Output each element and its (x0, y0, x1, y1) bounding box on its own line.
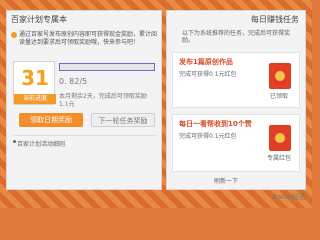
progress-bar (59, 63, 155, 71)
task-card-status: 专属红包 (266, 155, 291, 162)
remaining-text: 本月剩余2天，完成后可领取奖励 1.1元 (59, 93, 147, 108)
task-card-subtitle: 完成可获得0.1元红包 (179, 133, 237, 140)
right-panel-info: 以下为系统推荐的任务，完成后可获得奖励。 (172, 30, 300, 44)
right-panel-info-text: 以下为系统推荐的任务，完成后可获得奖励。 (182, 30, 291, 44)
info-icon (11, 32, 17, 38)
task-card-subtitle: 完成可获得0.1元红包 (179, 71, 237, 78)
rules-link[interactable]: 百家计划活动细则 (17, 139, 65, 148)
refresh-link[interactable]: 刷新一下 (214, 176, 238, 185)
left-panel: 百家计划专属本 通过百家号发布原创内容即可获得现金奖励，累计阅读量达到要求后可领… (6, 10, 162, 190)
red-envelope-icon (269, 125, 291, 151)
next-task-reward-button[interactable]: 下一轮任务奖励 (91, 113, 155, 127)
progress-text: 0. 82/5 (59, 77, 88, 86)
counter-value: 31 (21, 66, 49, 90)
counter-card: 31 当前进度 (13, 61, 56, 105)
task-card-title: 每日一看帮收到10个赞 (179, 120, 252, 128)
claim-reward-button[interactable]: 领取日期奖励 (19, 113, 83, 127)
watermark: Baidu经验 (272, 193, 306, 201)
red-envelope-icon (269, 63, 291, 89)
right-panel-title: 每日赚钱任务 (251, 15, 299, 24)
task-card[interactable]: 发布1篇原创作品 完成可获得0.1元红包 已领取 (172, 52, 300, 108)
left-panel-hint: 通过百家号发布原创内容即可获得现金奖励，累计阅读量达到要求后可领取奖励哦，快来参… (19, 31, 158, 46)
left-panel-title: 百家计划专属本 (11, 15, 67, 24)
counter-badge: 当前进度 (14, 94, 56, 104)
divider (13, 135, 157, 136)
bullet-icon (13, 140, 16, 143)
task-card[interactable]: 每日一看帮收到10个赞 完成可获得0.1元红包 专属红包 (172, 114, 300, 172)
task-card-title: 发布1篇原创作品 (179, 58, 233, 66)
task-card-status: 已领取 (269, 93, 288, 100)
